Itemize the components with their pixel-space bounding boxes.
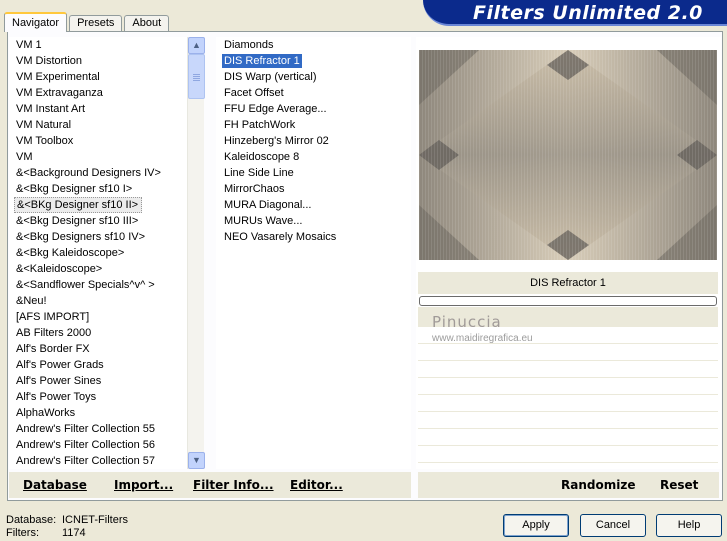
filter-list[interactable]: Diamonds DIS Refractor 1 DIS Warp (vertica…	[216, 37, 411, 469]
filter-item-label: MirrorChaos	[224, 183, 285, 195]
app-title: Filters Unlimited 2.0	[473, 2, 703, 24]
randomize-button[interactable]: Randomize	[561, 478, 635, 492]
category-item[interactable]: VM Distortion	[9, 53, 187, 69]
app-banner: Filters Unlimited 2.0	[423, 0, 727, 26]
category-item[interactable]: &<Bkg Designers sf10 IV>	[9, 229, 187, 245]
filter-item-label: FH PatchWork	[224, 119, 296, 131]
filter-item-label: Kaleidoscope 8	[224, 151, 300, 163]
watermark-name: Pinuccia	[432, 313, 502, 331]
tab-navigator[interactable]: Navigator	[4, 12, 68, 32]
filters-count: 1174	[62, 527, 86, 539]
category-item[interactable]: Alf's Power Toys	[9, 389, 187, 405]
editor-button[interactable]: Editor...	[290, 478, 343, 492]
filter-item-label: NEO Vasarely Mosaics	[224, 231, 337, 243]
filter-item-label: MURUs Wave...	[224, 215, 303, 227]
tab-presets[interactable]: Presets	[69, 15, 123, 32]
reset-button[interactable]: Reset	[660, 478, 698, 492]
filter-item-label: Hinzeberg's Mirror 02	[224, 135, 329, 147]
database-label: Database:	[6, 514, 57, 526]
chevron-up-icon[interactable]: ▲	[188, 37, 205, 54]
category-item[interactable]: Alf's Border FX	[9, 341, 187, 357]
category-scrollbar[interactable]: ▲ ▼	[187, 37, 205, 469]
import-button[interactable]: Import...	[114, 478, 173, 492]
filter-item-label: MURA Diagonal...	[224, 199, 312, 211]
category-item[interactable]: VM Experimental	[9, 69, 187, 85]
category-item[interactable]: VM	[9, 149, 187, 165]
category-item[interactable]: Alf's Power Grads	[9, 357, 187, 373]
filter-item-label: FFU Edge Average...	[224, 103, 327, 115]
category-item[interactable]: &<BKg Designer sf10 II>	[14, 197, 143, 213]
filter-item[interactable]: DIS Refractor 1	[216, 53, 411, 69]
category-item[interactable]: Alf's Power Sines	[9, 373, 187, 389]
filter-item-label: Diamonds	[224, 39, 274, 51]
category-item[interactable]: Andrew's Filter Collection 57	[9, 453, 187, 469]
filter-item[interactable]: FH PatchWork	[216, 117, 411, 133]
filter-item-label: Line Side Line	[224, 167, 294, 179]
category-item[interactable]: &<Background Designers IV>	[9, 165, 187, 181]
watermark-url: www.maidiregrafica.eu	[432, 333, 533, 344]
category-item[interactable]: Andrew's Filter Collection 56	[9, 437, 187, 453]
category-item[interactable]: &<Bkg Designer sf10 III>	[9, 213, 187, 229]
filter-item[interactable]: MirrorChaos	[216, 181, 411, 197]
category-item[interactable]: &<Sandflower Specials^v^ >	[9, 277, 187, 293]
tab-about[interactable]: About	[124, 15, 170, 32]
category-item[interactable]: VM Extravaganza	[9, 85, 187, 101]
category-item[interactable]: Andrew's Filter Collection 55	[9, 421, 187, 437]
help-button[interactable]: Help	[656, 514, 722, 537]
category-item[interactable]: [AFS IMPORT]	[9, 309, 187, 325]
category-list[interactable]: VM 1 VM Distortion VM Experimental VM Extra…	[9, 37, 187, 469]
filters-label: Filters:	[6, 527, 39, 539]
preview-image	[419, 50, 717, 260]
apply-button[interactable]: Apply	[503, 514, 569, 537]
progress-bar	[419, 296, 717, 306]
filter-item[interactable]: MURUs Wave...	[216, 213, 411, 229]
category-item[interactable]: &Neu!	[9, 293, 187, 309]
filter-item[interactable]: FFU Edge Average...	[216, 101, 411, 117]
selected-filter-name: DIS Refractor 1	[418, 272, 718, 294]
category-item[interactable]: AlphaWorks	[9, 405, 187, 421]
parameter-rows	[418, 307, 718, 467]
tab-bar: Navigator Presets About	[4, 12, 171, 32]
filter-item-label: DIS Warp (vertical)	[224, 71, 317, 83]
scrollbar-thumb[interactable]	[188, 54, 205, 99]
category-item[interactable]: VM 1	[9, 37, 187, 53]
filter-info-button[interactable]: Filter Info...	[193, 478, 274, 492]
filter-item-label: Facet Offset	[224, 87, 284, 99]
category-item[interactable]: VM Instant Art	[9, 101, 187, 117]
category-item[interactable]: VM Toolbox	[9, 133, 187, 149]
filter-item[interactable]: Kaleidoscope 8	[216, 149, 411, 165]
filter-item[interactable]: Diamonds	[216, 37, 411, 53]
filter-item[interactable]: MURA Diagonal...	[216, 197, 411, 213]
database-value: ICNET-Filters	[62, 514, 128, 526]
category-item[interactable]: &<Bkg Kaleidoscope>	[9, 245, 187, 261]
filter-item[interactable]: Facet Offset	[216, 85, 411, 101]
filter-item-label: DIS Refractor 1	[222, 54, 302, 68]
cancel-button[interactable]: Cancel	[580, 514, 646, 537]
category-item[interactable]: &<Kaleidoscope>	[9, 261, 187, 277]
category-item[interactable]: &<Bkg Designer sf10 I>	[9, 181, 187, 197]
chevron-down-icon[interactable]: ▼	[188, 452, 205, 469]
filter-item[interactable]: Hinzeberg's Mirror 02	[216, 133, 411, 149]
filter-item[interactable]: NEO Vasarely Mosaics	[216, 229, 411, 245]
database-button[interactable]: Database	[23, 478, 87, 492]
category-item[interactable]: VM Natural	[9, 117, 187, 133]
category-item[interactable]: AB Filters 2000	[9, 325, 187, 341]
filter-item[interactable]: DIS Warp (vertical)	[216, 69, 411, 85]
filter-item[interactable]: Line Side Line	[216, 165, 411, 181]
